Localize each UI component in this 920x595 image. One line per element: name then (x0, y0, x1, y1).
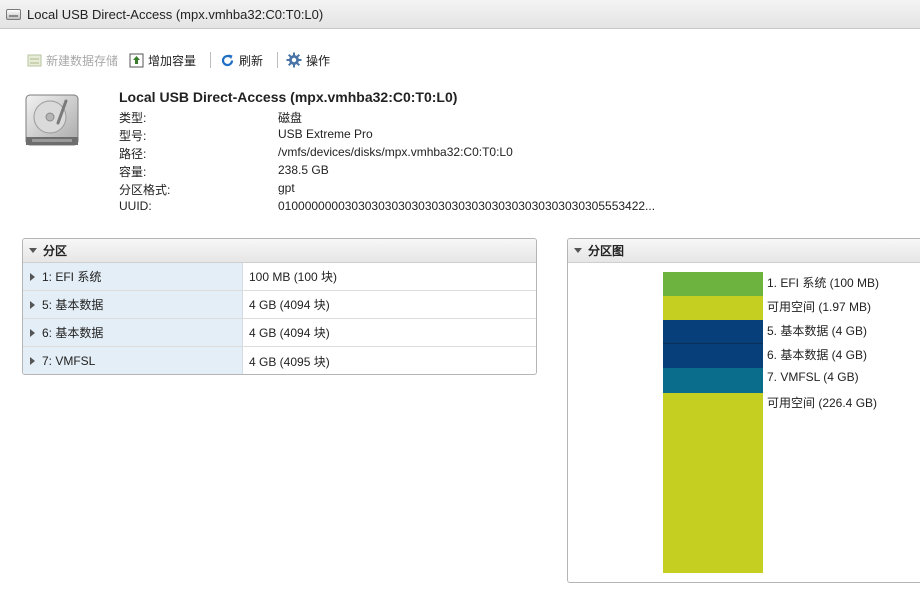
model-label: 型号: (119, 129, 147, 143)
uuid-value: 0100000000303030303030303030303030303030… (278, 199, 656, 213)
window-title: Local USB Direct-Access (mpx.vmhba32:C0:… (27, 6, 324, 22)
increase-capacity-label: 增加容量 (148, 53, 197, 68)
partition-size: 4 GB (4094 块) (249, 326, 330, 340)
partition-row[interactable]: 1: EFI 系统 100 MB (100 块) (23, 263, 536, 291)
diagram-label: 1. EFI 系统 (100 MB) (767, 276, 880, 290)
expand-caret-icon[interactable] (30, 300, 35, 309)
diagram-segment-basic-data (663, 344, 763, 368)
increase-capacity-icon (128, 52, 144, 68)
capacity-value: 238.5 GB (278, 163, 329, 177)
partitions-panel-title: 分区 (43, 244, 68, 258)
partition-name: 7: VMFSL (42, 354, 96, 368)
diagram-label: 5. 基本数据 (4 GB) (767, 324, 868, 338)
new-datastore-icon (26, 52, 42, 68)
partition-row[interactable]: 5: 基本数据 4 GB (4094 块) (23, 291, 536, 319)
partition-format-value: gpt (278, 181, 295, 195)
diagram-segment-free-space (663, 296, 763, 320)
partition-name: 6: 基本数据 (42, 326, 104, 340)
new-datastore-button[interactable]: 新建数据存储 (26, 49, 124, 71)
diagram-segment-efi (663, 272, 763, 296)
type-value: 磁盘 (278, 111, 303, 125)
partition-row[interactable]: 7: VMFSL 4 GB (4095 块) (23, 347, 536, 374)
diagram-label: 可用空间 (226.4 GB) (767, 396, 878, 410)
gear-icon (286, 52, 302, 68)
expand-caret-icon[interactable] (30, 272, 35, 281)
actions-label: 操作 (306, 53, 331, 68)
collapse-caret-icon (574, 248, 582, 253)
partitions-panel: 分区 1: EFI 系统 100 MB (100 块) 5: 基本数据 4 GB… (22, 238, 537, 375)
diagram-segment-basic-data (663, 320, 763, 344)
partition-format-label: 分区格式: (119, 183, 171, 197)
toolbar-separator (210, 52, 212, 68)
diagram-segment-free-space (663, 393, 763, 573)
partition-diagram-title: 分区图 (588, 244, 625, 258)
partitions-panel-header[interactable]: 分区 (23, 239, 536, 263)
expand-caret-icon[interactable] (30, 357, 35, 365)
hard-disk-icon (24, 93, 80, 149)
refresh-button[interactable]: 刷新 (219, 49, 269, 71)
partition-size: 4 GB (4095 块) (249, 354, 330, 369)
diagram-label: 6. 基本数据 (4 GB) (767, 348, 868, 362)
window-titlebar: Local USB Direct-Access (mpx.vmhba32:C0:… (0, 0, 920, 29)
device-name: Local USB Direct-Access (mpx.vmhba32:C0:… (119, 89, 458, 105)
partition-size: 100 MB (100 块) (249, 270, 338, 284)
partition-row[interactable]: 6: 基本数据 4 GB (4094 块) (23, 319, 536, 347)
partition-name: 5: 基本数据 (42, 298, 104, 312)
path-value: /vmfs/devices/disks/mpx.vmhba32:C0:T0:L0 (278, 145, 513, 159)
partition-size: 4 GB (4094 块) (249, 298, 330, 312)
capacity-label: 容量: (119, 165, 147, 179)
actions-button[interactable]: 操作 (286, 49, 336, 71)
refresh-label: 刷新 (239, 53, 264, 68)
partition-name: 1: EFI 系统 (42, 270, 102, 284)
new-datastore-label: 新建数据存储 (46, 53, 119, 68)
toolbar: 新建数据存储 增加容量 刷新 操作 (26, 49, 336, 71)
diagram-segment-vmfsl (663, 368, 763, 393)
increase-capacity-button[interactable]: 增加容量 (128, 49, 202, 71)
uuid-label: UUID: (119, 199, 152, 213)
toolbar-separator (277, 52, 279, 68)
partition-diagram-header[interactable]: 分区图 (568, 239, 920, 263)
collapse-caret-icon (29, 248, 37, 253)
expand-caret-icon[interactable] (30, 328, 35, 337)
disk-icon (6, 8, 21, 20)
model-value: USB Extreme Pro (278, 127, 373, 141)
diagram-label: 可用空间 (1.97 MB) (767, 300, 872, 314)
refresh-icon (219, 52, 235, 68)
type-label: 类型: (119, 111, 147, 125)
diagram-label: 7. VMFSL (4 GB) (767, 370, 859, 384)
path-label: 路径: (119, 147, 147, 161)
